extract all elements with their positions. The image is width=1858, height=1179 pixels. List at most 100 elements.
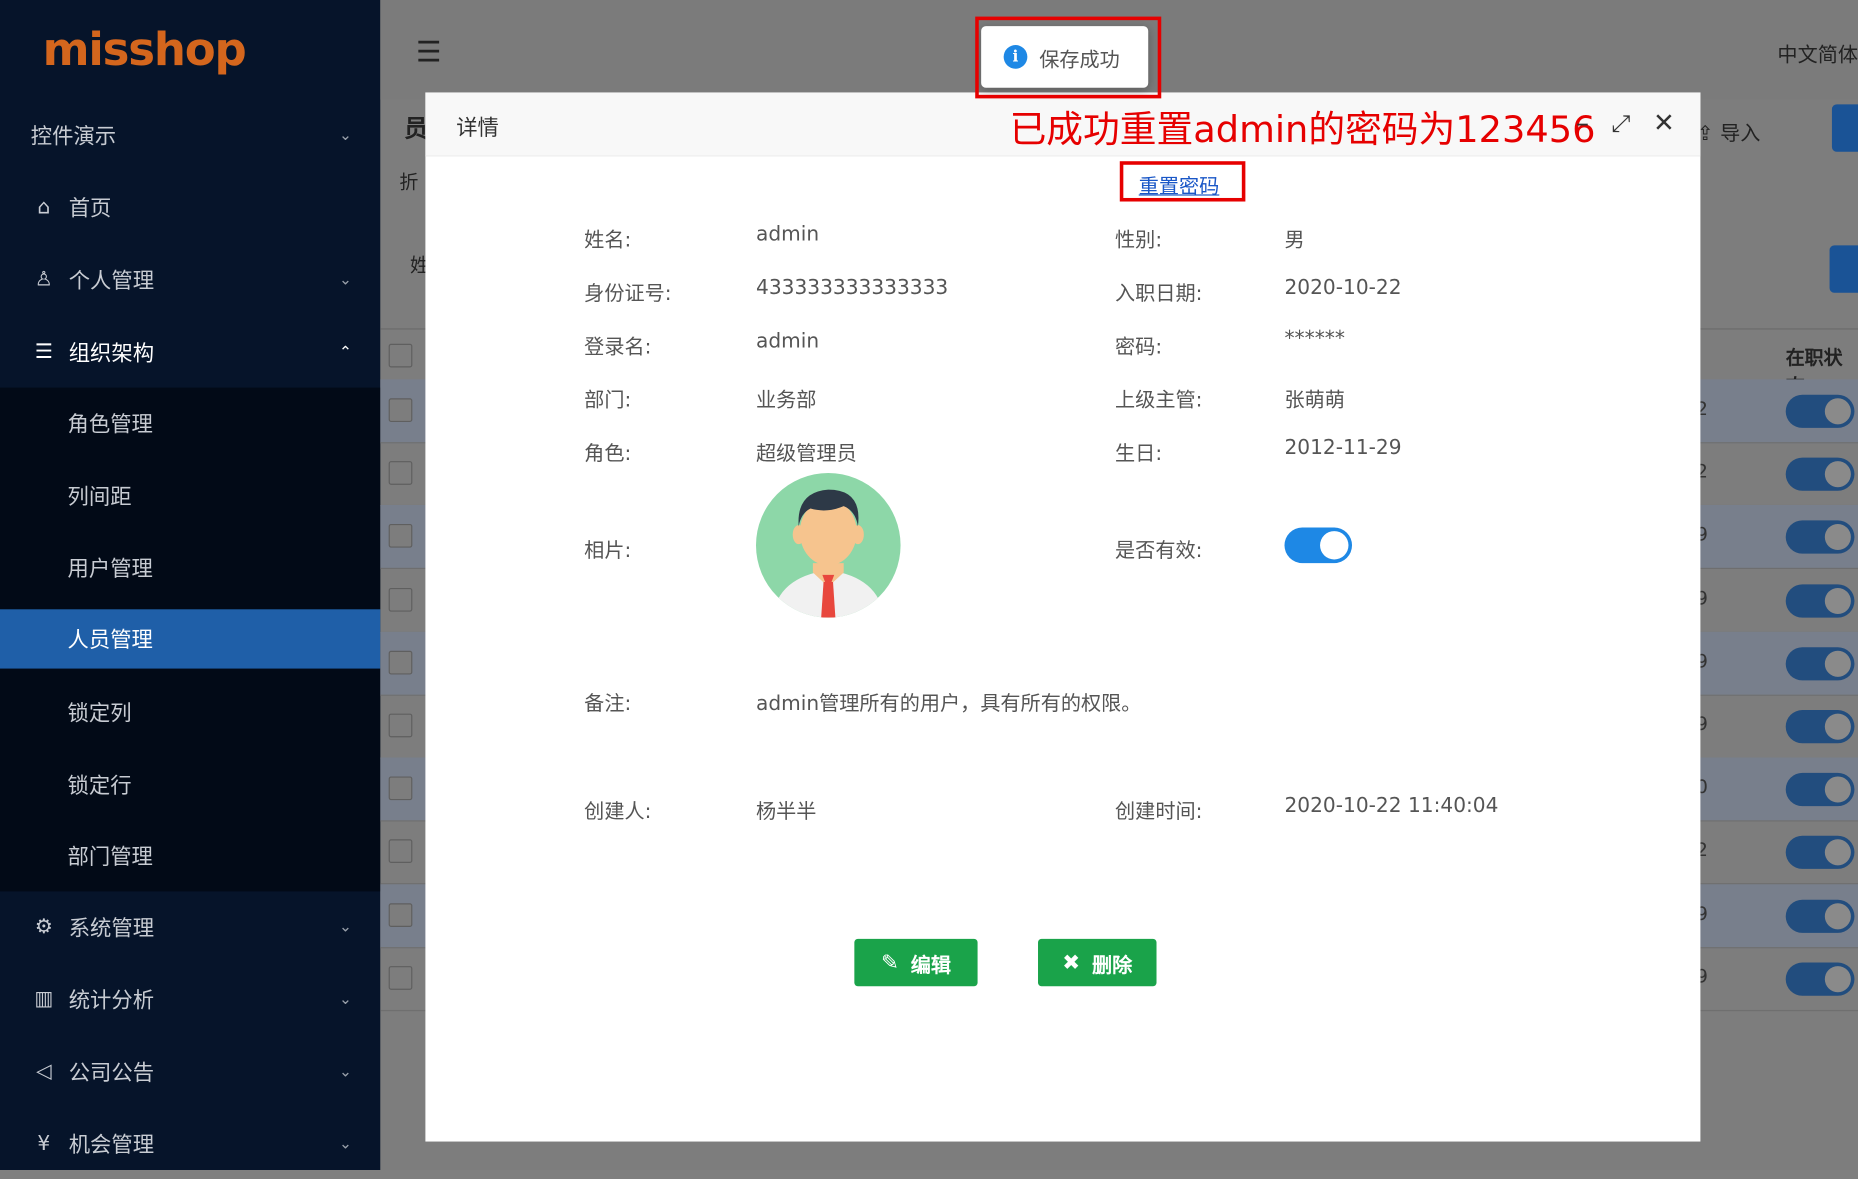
- row-checkbox[interactable]: [388, 776, 413, 801]
- user-icon: ♙: [34, 267, 53, 292]
- creator-value: 杨半半: [755, 800, 817, 824]
- sidebar-item-label: 公司公告: [68, 1060, 155, 1086]
- create-time-label: 创建时间:: [1115, 800, 1203, 824]
- language-selector[interactable]: 中文简体: [1777, 38, 1858, 68]
- row-checkbox[interactable]: [388, 650, 413, 675]
- collapse-label[interactable]: 折: [399, 166, 418, 194]
- edit-button[interactable]: ✎ 编辑: [854, 938, 978, 987]
- sidebar-item-label: 机会管理: [68, 1133, 155, 1159]
- home-icon: ⌂: [37, 195, 51, 220]
- sidebar-item-departments[interactable]: 部门管理: [0, 820, 380, 891]
- status-toggle[interactable]: [1785, 583, 1855, 618]
- row-checkbox[interactable]: [388, 839, 413, 864]
- status-toggle[interactable]: [1785, 457, 1855, 491]
- chevron-down-icon: ⌄: [339, 126, 352, 145]
- sidebar-item-label: 组织架构: [68, 341, 155, 367]
- sidebar-item-roles[interactable]: 角色管理: [0, 388, 380, 459]
- megaphone-icon: ◁: [36, 1059, 52, 1084]
- import-label: 导入: [1720, 122, 1761, 146]
- supervisor-value: 张萌萌: [1284, 388, 1345, 413]
- note-label: 备注:: [584, 692, 632, 716]
- status-toggle[interactable]: [1785, 710, 1855, 744]
- sidebar-item-opportunities[interactable]: ¥ 机会管理 ⌄: [0, 1108, 380, 1179]
- department-value: 业务部: [755, 388, 817, 413]
- sidebar-item-label: 个人管理: [68, 269, 155, 294]
- valid-label: 是否有效:: [1115, 539, 1203, 564]
- sidebar-item-org[interactable]: ☰ 组织架构 ⌃: [0, 317, 380, 388]
- status-toggle[interactable]: [1785, 394, 1855, 428]
- row-checkbox[interactable]: [388, 461, 413, 486]
- logo: misshop: [42, 23, 247, 76]
- delete-icon: ✖: [1062, 950, 1081, 975]
- sidebar-item-personal[interactable]: ♙ 个人管理 ⌄: [0, 244, 380, 315]
- row-checkbox[interactable]: [388, 902, 413, 927]
- bar-chart-icon: ▥: [34, 987, 54, 1012]
- close-icon[interactable]: ✕: [1653, 109, 1675, 139]
- sidebar-item-lock-column[interactable]: 锁定列: [0, 677, 380, 748]
- sidebar-item-label: 统计分析: [68, 988, 155, 1014]
- chevron-down-icon: ⌄: [339, 1062, 352, 1081]
- status-toggle[interactable]: [1785, 773, 1855, 807]
- delete-button-label: 删除: [1091, 953, 1133, 978]
- status-toggle[interactable]: [1785, 520, 1855, 555]
- status-toggle[interactable]: [1785, 646, 1855, 681]
- sidebar: misshop 控件演示 ⌄ ⌂ 首页 ♙ 个人管理 ⌄ ☰ 组织架构 ⌃ 角色…: [0, 0, 381, 1170]
- chevron-down-icon: ⌄: [339, 918, 352, 936]
- select-all-checkbox[interactable]: [388, 343, 413, 368]
- annotation-box-reset: [1119, 161, 1246, 202]
- role-label: 角色:: [584, 442, 632, 466]
- sidebar-item-label: 首页: [68, 196, 112, 222]
- sidebar-item-home[interactable]: ⌂ 首页: [0, 172, 380, 243]
- sidebar-item-stats[interactable]: ▥ 统计分析 ⌄: [0, 964, 380, 1035]
- chevron-down-icon: ⌄: [339, 270, 352, 289]
- gender-label: 性别:: [1115, 228, 1163, 253]
- sidebar-item-staff[interactable]: 人员管理: [0, 609, 381, 669]
- row-checkbox[interactable]: [388, 713, 413, 738]
- edit-icon: ✎: [880, 950, 899, 975]
- search-button[interactable]: [1829, 245, 1858, 293]
- gender-value: 男: [1284, 228, 1305, 253]
- avatar-illustration: [772, 489, 884, 618]
- row-checkbox[interactable]: [388, 524, 413, 549]
- id-label: 身份证号:: [584, 282, 672, 306]
- annotation-text: 已成功重置admin的密码为123456: [1009, 109, 1596, 152]
- sidebar-item-controls[interactable]: 控件演示 ⌄: [0, 100, 380, 171]
- annotation-box-toast: [975, 16, 1162, 99]
- sidebar-item-label: 控件演示: [30, 124, 117, 150]
- minimize-icon[interactable]: –: [1576, 109, 1589, 139]
- birthday-value: 2012-11-29: [1284, 436, 1402, 460]
- valid-toggle[interactable]: [1284, 527, 1353, 564]
- status-toggle[interactable]: [1785, 899, 1855, 933]
- row-checkbox[interactable]: [388, 398, 413, 423]
- page-title: 员: [404, 113, 428, 143]
- status-toggle[interactable]: [1785, 962, 1855, 996]
- delete-button[interactable]: ✖ 删除: [1038, 938, 1157, 987]
- row-checkbox[interactable]: [388, 587, 413, 612]
- name-value: admin: [755, 222, 820, 247]
- status-toggle[interactable]: [1785, 836, 1855, 870]
- sidebar-item-announcements[interactable]: ◁ 公司公告 ⌄: [0, 1036, 380, 1107]
- supervisor-label: 上级主管:: [1115, 388, 1203, 413]
- menu-icon: ☰: [34, 340, 53, 364]
- create-time-value: 2020-10-22 11:40:04: [1284, 794, 1499, 818]
- login-value: admin: [755, 329, 820, 354]
- sidebar-item-users[interactable]: 用户管理: [0, 532, 380, 603]
- import-button[interactable]: ⇪ 导入: [1697, 116, 1761, 146]
- yen-icon: ¥: [37, 1132, 51, 1156]
- maximize-icon[interactable]: ⤢: [1612, 109, 1631, 137]
- sidebar-item-lock-row[interactable]: 锁定行: [0, 749, 380, 820]
- avatar: [755, 472, 901, 618]
- birthday-label: 生日:: [1115, 442, 1163, 466]
- sidebar-item-column-spacing[interactable]: 列间距: [0, 460, 380, 531]
- chevron-down-icon: ⌄: [339, 1135, 352, 1153]
- sidebar-item-system[interactable]: ⚙ 系统管理 ⌄: [0, 891, 380, 962]
- detail-dialog: 详情 已成功重置admin的密码为123456 – ⤢ ✕ 重置密码 姓名: a…: [425, 92, 1701, 1142]
- name-label: 姓名:: [584, 228, 632, 253]
- id-value: 433333333333333: [755, 276, 949, 300]
- password-label: 密码:: [1115, 335, 1163, 360]
- photo-label: 相片:: [584, 539, 632, 564]
- menu-collapse-icon[interactable]: ☰: [416, 36, 441, 69]
- add-button[interactable]: [1831, 104, 1858, 152]
- row-checkbox[interactable]: [388, 965, 413, 990]
- hire-date-value: 2020-10-22: [1284, 276, 1402, 300]
